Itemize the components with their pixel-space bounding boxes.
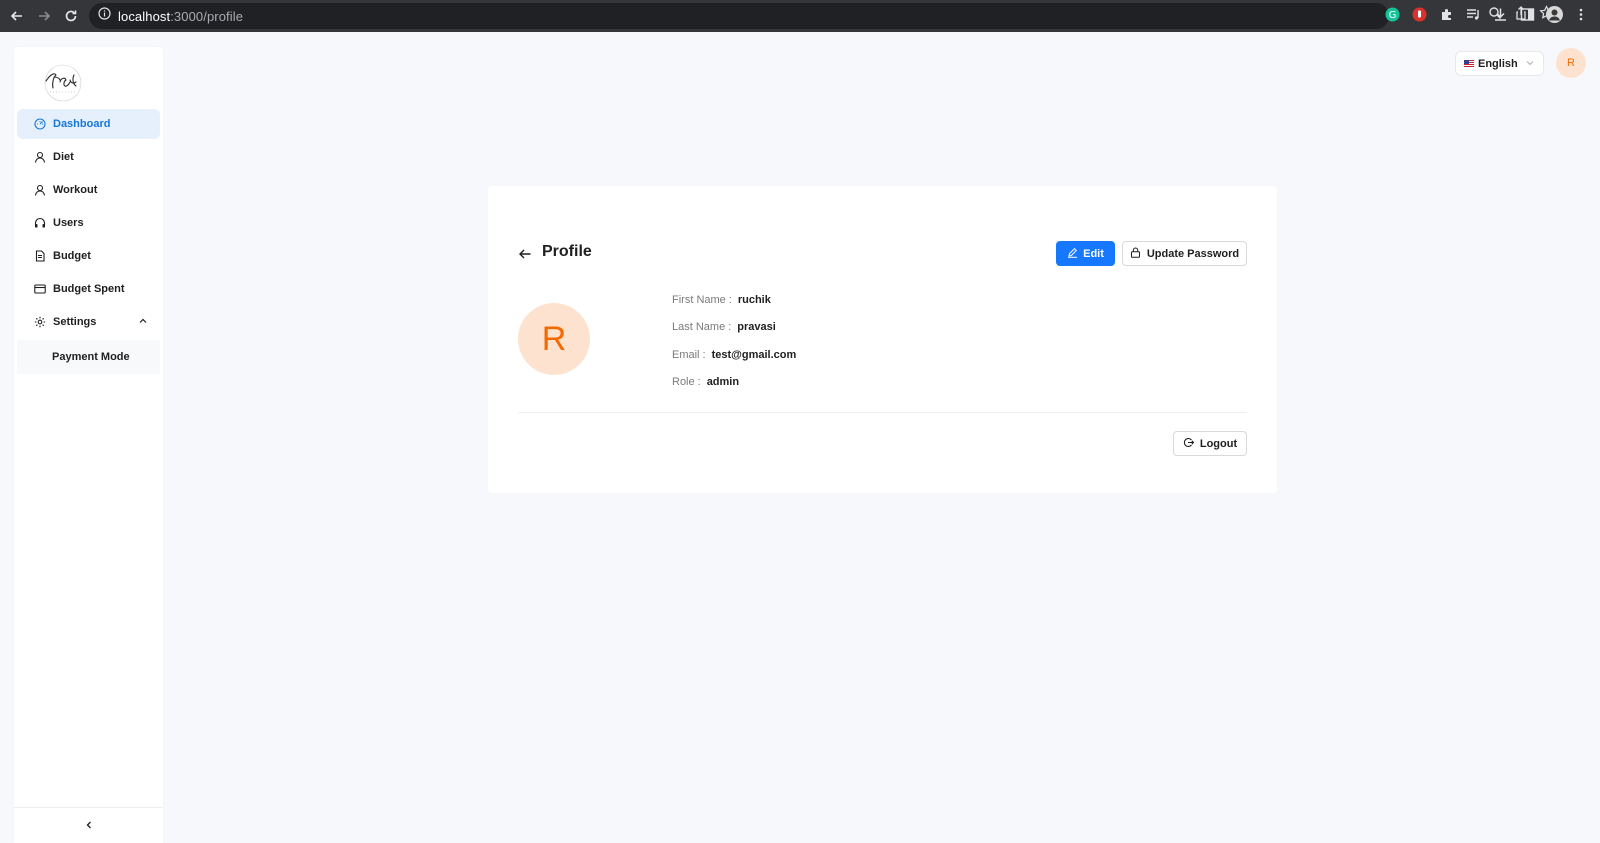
address-bar[interactable]: localhost:3000/profile xyxy=(89,3,1389,29)
first-name-row: First Name ruchik xyxy=(672,286,796,314)
app-logo[interactable] xyxy=(38,63,88,103)
media-queue-icon[interactable] xyxy=(1464,5,1482,23)
last-name-row: Last Name pravasi xyxy=(672,314,796,342)
field-label: Last Name xyxy=(672,321,737,333)
sidebar-item-label: Budget Spent xyxy=(53,283,125,295)
logout-button[interactable]: Logout xyxy=(1173,431,1247,456)
red-extension-icon[interactable] xyxy=(1410,5,1428,23)
sidebar-item-label: Dashboard xyxy=(53,118,111,130)
page-title: Profile xyxy=(542,243,592,260)
reload-icon[interactable] xyxy=(60,5,82,27)
logout-label: Logout xyxy=(1199,437,1238,450)
chevron-down-icon xyxy=(1525,58,1535,71)
sidebar-item-users[interactable]: Users xyxy=(17,208,160,238)
more-menu-icon[interactable] xyxy=(1572,5,1590,23)
divider xyxy=(518,412,1247,413)
sidebar-item-diet[interactable]: Diet xyxy=(17,142,160,172)
dashboard-icon xyxy=(34,118,46,130)
update-password-label: Update Password xyxy=(1146,247,1240,260)
sidebar-item-budget[interactable]: Budget xyxy=(17,241,160,271)
edit-label: Edit xyxy=(1083,247,1104,260)
card-icon xyxy=(34,283,46,295)
forward-arrow-icon[interactable] xyxy=(33,5,55,27)
field-label: Role xyxy=(672,376,707,388)
edit-button[interactable]: Edit xyxy=(1056,241,1115,266)
side-panel-icon[interactable] xyxy=(1518,5,1536,23)
us-flag-icon xyxy=(1464,60,1474,67)
profile-details: First Name ruchik Last Name pravasi Emai… xyxy=(672,286,796,396)
headset-icon xyxy=(34,217,46,229)
logout-icon xyxy=(1183,437,1195,451)
sidebar-menu: Dashboard Diet Workout Users Budget Budg… xyxy=(17,109,160,374)
field-label: First Name xyxy=(672,294,738,306)
sidebar-item-budget-spent[interactable]: Budget Spent xyxy=(17,274,160,304)
sidebar-collapse-button[interactable] xyxy=(14,807,163,843)
user-icon xyxy=(34,151,46,163)
field-value: admin xyxy=(706,376,740,389)
role-row: Role admin xyxy=(672,369,796,397)
sidebar-item-dashboard[interactable]: Dashboard xyxy=(17,109,160,139)
site-info-icon[interactable] xyxy=(98,7,111,25)
sidebar-item-label: Settings xyxy=(53,316,97,328)
grammarly-extension-icon[interactable]: G xyxy=(1383,5,1401,23)
field-value: ruchik xyxy=(737,293,771,306)
download-icon[interactable] xyxy=(1491,5,1509,23)
sidebar-item-label: Budget xyxy=(53,250,91,262)
email-row: Email test@gmail.com xyxy=(672,341,796,369)
profile-avatar: R xyxy=(518,303,590,375)
pencil-icon xyxy=(1067,247,1078,261)
sidebar-item-label: Workout xyxy=(53,184,98,196)
browser-profile-icon[interactable] xyxy=(1545,5,1563,23)
user-icon xyxy=(34,184,46,196)
sidebar-item-label: Diet xyxy=(53,151,74,163)
sidebar-item-workout[interactable]: Workout xyxy=(17,175,160,205)
lock-icon xyxy=(1130,247,1141,261)
sidebar-subitem-payment-mode[interactable]: Payment Mode xyxy=(17,340,160,374)
url-text: localhost:3000/profile xyxy=(118,8,244,24)
field-value: pravasi xyxy=(737,321,776,334)
update-password-button[interactable]: Update Password xyxy=(1122,241,1247,266)
sidebar-item-settings[interactable]: Settings xyxy=(17,307,160,337)
language-label: English xyxy=(1478,57,1518,70)
svg-text:G: G xyxy=(1388,10,1396,21)
back-arrow-icon[interactable] xyxy=(518,247,532,261)
extensions-puzzle-icon[interactable] xyxy=(1437,5,1455,23)
back-arrow-icon[interactable] xyxy=(6,5,28,27)
user-avatar[interactable]: R xyxy=(1556,48,1586,78)
file-icon xyxy=(34,250,46,262)
sidebar-subitem-label: Payment Mode xyxy=(52,351,130,363)
field-label: Email xyxy=(672,349,712,361)
sidebar: Dashboard Diet Workout Users Budget Budg… xyxy=(14,47,163,843)
profile-card: Profile Edit Update Password R First Nam… xyxy=(488,186,1277,493)
sidebar-item-label: Users xyxy=(53,217,84,229)
gear-icon xyxy=(34,316,46,328)
chevron-up-icon[interactable] xyxy=(138,316,148,329)
field-value: test@gmail.com xyxy=(711,348,797,361)
language-select[interactable]: English xyxy=(1455,51,1544,76)
browser-toolbar: localhost:3000/profile G xyxy=(0,0,1600,32)
chevron-left-icon xyxy=(84,817,94,835)
